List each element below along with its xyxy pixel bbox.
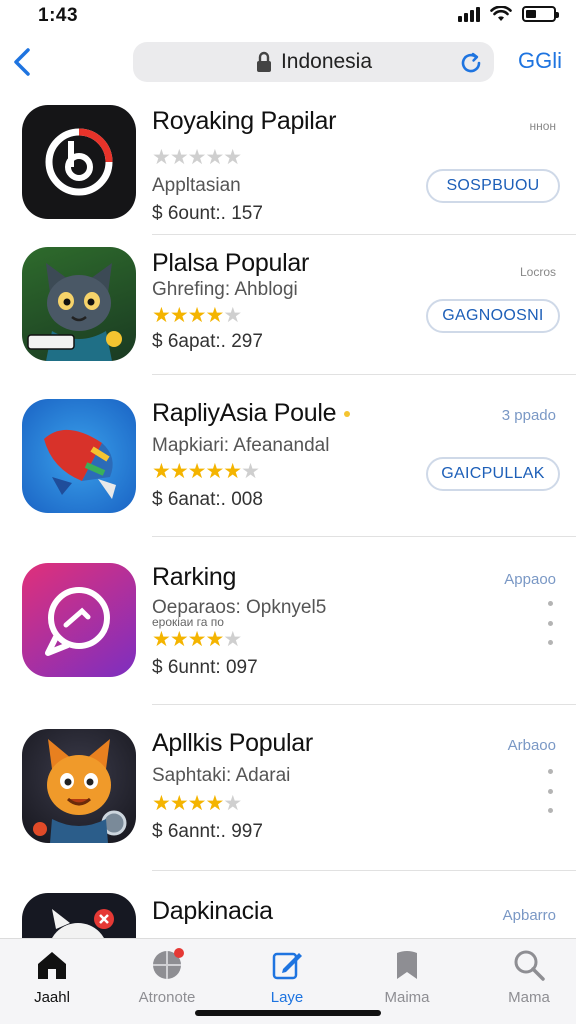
rating-stars: ★★★★★★ <box>152 460 260 483</box>
status-icons <box>458 6 559 22</box>
list-item[interactable]: Plalsa Popular Ghrefing: Ahblogi ★★★★★ $… <box>0 247 576 377</box>
home-indicator <box>195 1010 381 1016</box>
app-subtitle: Ghrefing: Ahblogi <box>152 279 298 300</box>
ring-logo-icon <box>45 128 113 196</box>
address-text: Indonesia <box>280 50 373 73</box>
tab-label: Atronote <box>138 989 196 1006</box>
app-price: $ 6unnt: 097 <box>152 657 258 678</box>
list-item[interactable]: Rarking Oeparaos: Opknyel5 ерокіаи га по… <box>0 563 576 713</box>
tab-label: Maima <box>384 989 430 1006</box>
signal-icon <box>458 6 480 22</box>
rating-stars: ★★★★★ <box>152 628 242 651</box>
tab-label: Laye <box>270 989 304 1006</box>
app-title: Plalsa Popular <box>152 249 310 277</box>
app-title-text: RapliyAsia Poule <box>152 399 337 427</box>
app-price: $ 6ount:. 157 <box>152 203 263 224</box>
edit-icon <box>272 952 302 980</box>
app-title: RapliyAsia Poule <box>152 399 351 428</box>
divider <box>152 870 576 871</box>
divider <box>152 234 576 235</box>
status-time: 1:43 <box>38 5 79 26</box>
nav-action-button[interactable]: GGli <box>518 48 562 74</box>
list-item[interactable]: Royaking Papilar ★★★★★ Appltasian $ 6oun… <box>0 105 576 235</box>
divider <box>152 704 576 705</box>
app-title: Royaking Papilar <box>152 107 337 135</box>
get-button[interactable]: GAICPULLAK <box>426 457 560 491</box>
lock-icon <box>256 51 271 72</box>
app-subtitle: Mapkiari: Afeanandal <box>152 435 330 456</box>
chevron-left-icon <box>14 48 30 76</box>
get-button[interactable]: SOSPBUOU <box>426 169 560 203</box>
back-button[interactable] <box>8 42 40 82</box>
update-dot <box>344 411 351 418</box>
battery-icon <box>522 6 559 22</box>
list-item[interactable]: RapliyAsia Poule Mapkiari: Afeanandal ★★… <box>0 399 576 539</box>
app-icon[interactable] <box>22 729 136 843</box>
app-list: Royaking Papilar ★★★★★ Appltasian $ 6oun… <box>0 95 576 938</box>
tab-bar: Jaahl Atronote Laye Maima Mama <box>0 938 576 1024</box>
list-item[interactable]: Dapkinacia Apbarro <box>0 893 576 938</box>
side-label: Arbaoo <box>507 737 556 754</box>
chat-compass-icon <box>45 587 110 656</box>
ghost-character-icon <box>52 909 114 938</box>
rating-stars: ★★★★★ <box>152 146 242 169</box>
rocket-icon <box>44 429 116 499</box>
app-price: $ 6anat:. 008 <box>152 489 263 510</box>
app-subtitle: Appltasian <box>152 175 241 196</box>
app-icon[interactable] <box>22 563 136 677</box>
app-title: Dapkinacia <box>152 897 273 925</box>
rating-stars: ★★★★★ <box>152 304 242 327</box>
wifi-icon <box>490 6 512 21</box>
divider <box>152 536 576 537</box>
fox-character-icon <box>33 739 127 843</box>
app-price: $ 6annt:. 997 <box>152 821 263 842</box>
tab-label: Mama <box>508 989 550 1006</box>
cat-character-icon <box>27 263 122 361</box>
more-options-icon[interactable] <box>546 601 554 645</box>
tab-label: Jaahl <box>34 989 70 1006</box>
address-bar[interactable]: Indonesia <box>133 42 494 82</box>
app-icon[interactable] <box>22 893 136 938</box>
app-title: Apllkis Popular <box>152 729 313 757</box>
app-icon[interactable] <box>22 247 136 361</box>
side-label: Locros <box>519 265 556 279</box>
bookmark-icon <box>397 951 417 979</box>
app-price: $ 6apat:. 297 <box>152 331 263 352</box>
search-icon <box>514 950 545 981</box>
side-label: 3 ppado <box>501 407 556 424</box>
app-title: Rarking <box>152 563 237 591</box>
tab-atronote[interactable]: Atronote <box>117 947 217 1017</box>
status-bar: 1:43 <box>0 0 576 34</box>
tab-maima[interactable]: Maima <box>357 947 457 1017</box>
get-button[interactable]: GAGNOOSNI <box>426 299 560 333</box>
divider <box>152 374 576 375</box>
app-icon[interactable] <box>22 399 136 513</box>
side-label: Appaoo <box>504 571 556 588</box>
nav-bar: Indonesia GGli <box>0 38 576 88</box>
rating-stars: ★★★★★ <box>152 792 242 815</box>
tab-mama[interactable]: Mama <box>479 947 576 1017</box>
side-label: Apbarro <box>502 907 556 924</box>
tab-home[interactable]: Jaahl <box>2 947 102 1017</box>
home-icon <box>38 952 66 979</box>
tab-laye[interactable]: Laye <box>237 947 337 1017</box>
app-subtitle: Saphtaki: Adarai <box>152 765 291 786</box>
list-item[interactable]: Apllkis Popular Saphtaki: Adarai ★★★★★ $… <box>0 729 576 879</box>
app-icon[interactable] <box>22 105 136 219</box>
side-label: ннон <box>529 119 556 133</box>
globe-icon <box>153 948 184 979</box>
more-options-icon[interactable] <box>546 769 554 813</box>
reload-icon[interactable] <box>458 50 484 76</box>
